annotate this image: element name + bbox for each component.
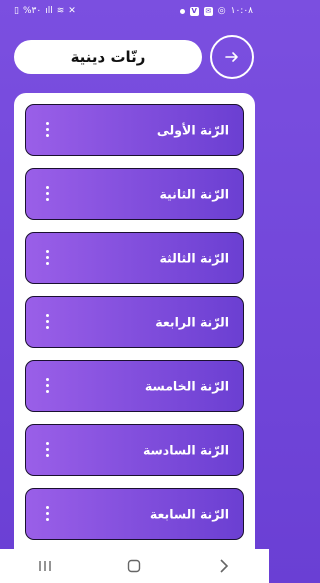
ringtone-item[interactable]: الرّنة السابعة <box>25 488 244 540</box>
status-bar: ▯ %٣٠ ıll ≋ ✕ V ✉ ◎ ١٠:٠٨ <box>0 0 269 24</box>
page-title: رنّات دينية <box>14 40 202 74</box>
ringtone-label: الرّنة الثالثة <box>159 250 229 266</box>
ringtone-label: الرّنة الثانية <box>159 186 229 202</box>
ringtone-list: الرّنة الأولى الرّنة الثانية الرّنة الثا… <box>14 93 255 563</box>
more-options-icon[interactable] <box>44 506 50 522</box>
ringtone-item[interactable]: الرّنة الثالثة <box>25 232 244 284</box>
ringtone-label: الرّنة السابعة <box>149 506 229 522</box>
signal-icon: ıll <box>45 6 53 16</box>
arrow-right-icon <box>225 52 238 62</box>
app-v-icon: V <box>189 6 199 16</box>
ringtone-item[interactable]: الرّنة الثانية <box>25 168 244 220</box>
battery-level: %٣٠ <box>22 6 42 16</box>
forward-button[interactable] <box>210 35 254 79</box>
status-time: ١٠:٠٨ <box>230 6 253 16</box>
more-options-icon[interactable] <box>44 186 50 202</box>
recent-apps-button[interactable] <box>25 554 65 578</box>
instagram-icon: ◎ <box>217 6 226 16</box>
notification-dot-icon <box>179 8 185 14</box>
ringtone-item[interactable]: الرّنة الرابعة <box>25 296 244 348</box>
more-options-icon[interactable] <box>44 250 50 266</box>
system-nav-bar <box>0 549 269 583</box>
recent-apps-icon <box>39 561 51 571</box>
ringtone-label: الرّنة الخامسة <box>144 378 229 394</box>
more-options-icon[interactable] <box>44 378 50 394</box>
wifi-icon: ≋ <box>56 6 65 16</box>
mute-icon: ✕ <box>68 6 76 16</box>
ringtone-item[interactable]: الرّنة السادسة <box>25 424 244 476</box>
home-icon <box>128 559 141 573</box>
battery-icon: ▯ <box>14 6 19 16</box>
mail-icon: ✉ <box>203 6 213 16</box>
more-options-icon[interactable] <box>44 442 50 458</box>
more-options-icon[interactable] <box>44 122 50 138</box>
status-left: ▯ %٣٠ ıll ≋ ✕ <box>14 6 76 16</box>
home-button[interactable] <box>114 554 154 578</box>
ringtone-label: الرّنة الرابعة <box>155 314 229 330</box>
ringtone-item[interactable]: الرّنة الخامسة <box>25 360 244 412</box>
ringtone-item[interactable]: الرّنة الأولى <box>25 104 244 156</box>
ringtone-label: الرّنة السادسة <box>142 442 229 458</box>
chevron-right-icon <box>220 559 229 573</box>
back-button[interactable] <box>204 554 244 578</box>
more-options-icon[interactable] <box>44 314 50 330</box>
status-right: V ✉ ◎ ١٠:٠٨ <box>179 6 253 16</box>
ringtone-label: الرّنة الأولى <box>156 122 229 138</box>
